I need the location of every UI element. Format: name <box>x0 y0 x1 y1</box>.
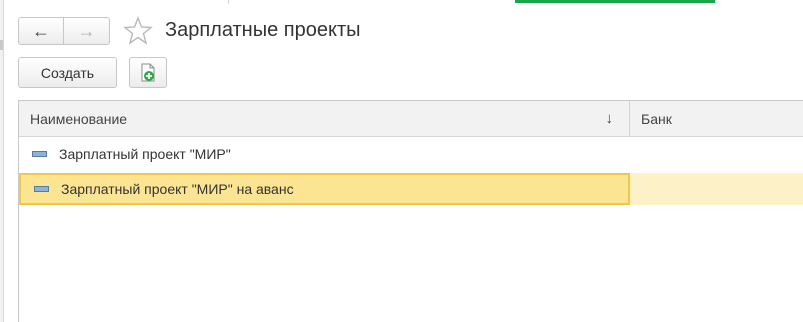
table-header: Наименование ↓ Банк <box>19 101 803 137</box>
top-tab-strip <box>0 0 803 4</box>
arrow-left-icon: ← <box>32 20 50 41</box>
column-header-label: Банк <box>641 111 672 127</box>
add-document-icon <box>141 63 155 81</box>
left-panel-edge <box>0 0 4 322</box>
column-header-name[interactable]: Наименование ↓ <box>19 101 630 137</box>
row-name-text: Зарплатный проект "МИР" на аванс <box>61 181 294 197</box>
navigation-buttons: ← → <box>18 17 110 45</box>
cell-bank[interactable] <box>630 138 803 170</box>
catalog-item-icon <box>32 151 47 157</box>
column-header-label: Наименование <box>30 111 128 127</box>
tab-segment[interactable] <box>228 0 513 4</box>
cell-bank[interactable] <box>630 173 803 205</box>
create-button[interactable]: Создать <box>18 57 117 88</box>
cell-name[interactable]: Зарплатный проект "МИР" на аванс <box>19 173 630 205</box>
catalog-item-icon <box>34 186 49 192</box>
row-name-text: Зарплатный проект "МИР" <box>59 146 231 162</box>
cell-name[interactable]: Зарплатный проект "МИР" <box>19 138 630 170</box>
back-button[interactable]: ← <box>19 18 65 44</box>
table-row[interactable]: Зарплатный проект "МИР" <box>19 138 803 170</box>
projects-table: Наименование ↓ Банк Зарплатный проект "М… <box>18 100 803 322</box>
arrow-right-icon: → <box>77 20 96 41</box>
table-row-selected[interactable]: Зарплатный проект "МИР" на аванс <box>19 173 803 205</box>
star-icon[interactable] <box>123 16 153 46</box>
panel-splitter-handle[interactable] <box>0 40 3 50</box>
page-title: Зарплатные проекты <box>165 19 361 41</box>
tab-segment[interactable] <box>715 0 803 4</box>
active-tab-indicator[interactable] <box>515 0 715 3</box>
add-document-button[interactable] <box>129 57 167 88</box>
sort-down-icon: ↓ <box>605 110 614 127</box>
column-header-bank[interactable]: Банк <box>630 101 803 137</box>
forward-button[interactable]: → <box>64 18 109 44</box>
